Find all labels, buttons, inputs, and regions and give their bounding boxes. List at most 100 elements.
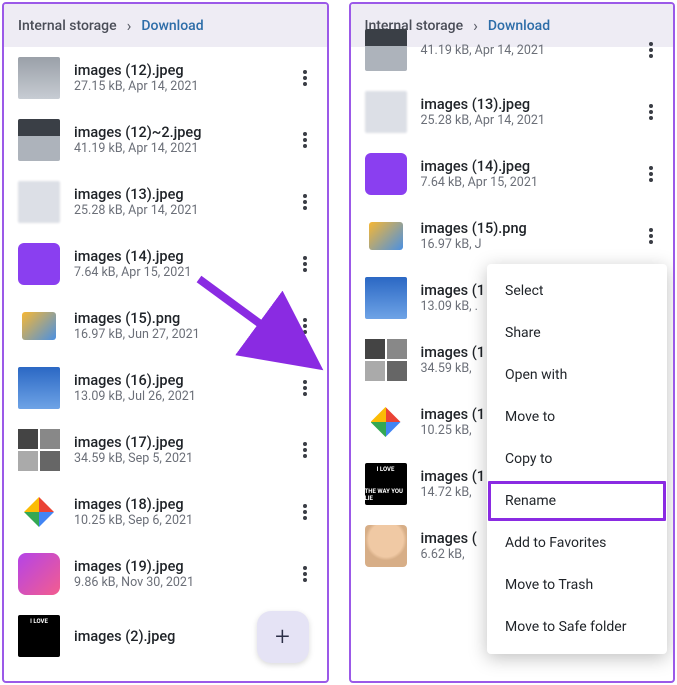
breadcrumb-root[interactable]: Internal storage <box>18 18 117 34</box>
file-row[interactable]: images (18).jpeg10.25 kB, Sep 6, 2021 <box>4 481 327 543</box>
file-meta: 41.19 kB, Apr 14, 2021 <box>421 43 626 58</box>
file-info: images (14).jpeg7.64 kB, Apr 15, 2021 <box>74 248 279 280</box>
file-thumbnail <box>365 215 407 257</box>
menu-item-move-to[interactable]: Move to <box>487 396 667 438</box>
more-options-icon[interactable] <box>293 249 317 279</box>
file-row[interactable]: images (12).jpeg27.15 kB, Apr 14, 2021 <box>4 47 327 109</box>
file-thumbnail <box>18 429 60 471</box>
file-name: images (15).png <box>421 220 626 237</box>
file-thumbnail <box>18 181 60 223</box>
menu-item-add-to-favorites[interactable]: Add to Favorites <box>487 522 667 564</box>
file-thumbnail <box>365 339 407 381</box>
file-row[interactable]: images (13).jpeg25.28 kB, Apr 14, 2021 <box>4 171 327 233</box>
file-thumbnail: I LOVETHE WAY YOU LIE <box>365 463 407 505</box>
file-name: images (16).jpeg <box>74 372 279 389</box>
file-name: images (17).jpeg <box>74 434 279 451</box>
file-meta: 16.97 kB, Jun 27, 2021 <box>74 327 279 342</box>
menu-item-select[interactable]: Select <box>487 270 667 312</box>
file-name: images (13).jpeg <box>74 186 279 203</box>
right-screen: Internal storage › Download 41.19 kB, Ap… <box>349 2 676 683</box>
file-info: images (15).png16.97 kB, J <box>421 220 626 252</box>
menu-item-move-to-trash[interactable]: Move to Trash <box>487 564 667 606</box>
file-info: images (14).jpeg7.64 kB, Apr 15, 2021 <box>421 158 626 190</box>
file-thumbnail: I LOVE <box>18 615 60 657</box>
more-options-icon[interactable] <box>293 435 317 465</box>
file-meta: 10.25 kB, Sep 6, 2021 <box>74 513 279 528</box>
file-info: images (13).jpeg25.28 kB, Apr 14, 2021 <box>74 186 279 218</box>
file-thumbnail <box>365 153 407 195</box>
file-name: images (15).png <box>74 310 279 327</box>
file-meta: 13.09 kB, Jul 26, 2021 <box>74 389 279 404</box>
file-row[interactable]: images (19).jpeg9.86 kB, Nov 30, 2021 <box>4 543 327 605</box>
file-info: images (19).jpeg9.86 kB, Nov 30, 2021 <box>74 558 279 590</box>
file-row[interactable]: images (12)~2.jpeg41.19 kB, Apr 14, 2021 <box>4 109 327 171</box>
file-info: images (16).jpeg13.09 kB, Jul 26, 2021 <box>74 372 279 404</box>
file-row[interactable]: images (15).png16.97 kB, Jun 27, 2021 <box>4 295 327 357</box>
file-name: images (19).jpeg <box>74 558 279 575</box>
file-meta: 34.59 kB, Sep 5, 2021 <box>74 451 279 466</box>
fab-add-button[interactable]: + <box>257 611 309 663</box>
file-thumbnail <box>18 305 60 347</box>
file-row[interactable]: images (17).jpeg34.59 kB, Sep 5, 2021 <box>4 419 327 481</box>
more-options-icon[interactable] <box>293 311 317 341</box>
file-name: images (14).jpeg <box>74 248 279 265</box>
breadcrumb[interactable]: Internal storage › Download <box>4 4 327 47</box>
file-info: images (17).jpeg34.59 kB, Sep 5, 2021 <box>74 434 279 466</box>
more-options-icon[interactable] <box>293 63 317 93</box>
file-name: images (18).jpeg <box>74 496 279 513</box>
file-thumbnail <box>365 525 407 567</box>
file-row[interactable]: images (14).jpeg7.64 kB, Apr 15, 2021 <box>351 143 674 205</box>
more-options-icon[interactable] <box>293 125 317 155</box>
file-thumbnail <box>18 119 60 161</box>
file-name: images (2).jpeg <box>74 628 279 645</box>
file-row[interactable]: images (13).jpeg25.28 kB, Apr 14, 2021 <box>351 81 674 143</box>
file-info: 41.19 kB, Apr 14, 2021 <box>421 43 626 58</box>
file-info: images (2).jpeg <box>74 628 279 645</box>
file-name: images (13).jpeg <box>421 96 626 113</box>
file-info: images (13).jpeg25.28 kB, Apr 14, 2021 <box>421 96 626 128</box>
menu-item-move-to-safe-folder[interactable]: Move to Safe folder <box>487 606 667 648</box>
file-meta: 27.15 kB, Apr 14, 2021 <box>74 79 279 94</box>
more-options-icon[interactable] <box>293 187 317 217</box>
context-menu: SelectShareOpen withMove toCopy toRename… <box>487 264 667 654</box>
file-name: images (14).jpeg <box>421 158 626 175</box>
menu-item-share[interactable]: Share <box>487 312 667 354</box>
plus-icon: + <box>275 622 290 652</box>
file-info: images (12).jpeg27.15 kB, Apr 14, 2021 <box>74 62 279 94</box>
more-options-icon[interactable] <box>293 559 317 589</box>
file-row[interactable]: images (15).png16.97 kB, J <box>351 205 674 267</box>
file-thumbnail <box>365 401 407 443</box>
file-row[interactable]: 41.19 kB, Apr 14, 2021 <box>351 19 674 81</box>
file-list: images (12).jpeg27.15 kB, Apr 14, 2021im… <box>4 47 327 667</box>
file-meta: 41.19 kB, Apr 14, 2021 <box>74 141 279 156</box>
file-thumbnail <box>18 57 60 99</box>
file-row[interactable]: images (16).jpeg13.09 kB, Jul 26, 2021 <box>4 357 327 419</box>
more-options-icon[interactable] <box>293 373 317 403</box>
file-thumbnail <box>18 367 60 409</box>
file-meta: 7.64 kB, Apr 15, 2021 <box>421 175 626 190</box>
file-thumbnail <box>18 491 60 533</box>
file-info: images (18).jpeg10.25 kB, Sep 6, 2021 <box>74 496 279 528</box>
chevron-right-icon: › <box>127 16 132 35</box>
file-meta: 7.64 kB, Apr 15, 2021 <box>74 265 279 280</box>
more-options-icon[interactable] <box>293 497 317 527</box>
more-options-icon[interactable] <box>639 97 663 127</box>
menu-item-open-with[interactable]: Open with <box>487 354 667 396</box>
file-info: images (15).png16.97 kB, Jun 27, 2021 <box>74 310 279 342</box>
more-options-icon[interactable] <box>639 159 663 189</box>
file-meta: 16.97 kB, J <box>421 237 626 252</box>
file-meta: 9.86 kB, Nov 30, 2021 <box>74 575 279 590</box>
file-thumbnail <box>18 243 60 285</box>
more-options-icon[interactable] <box>639 221 663 251</box>
file-thumbnail <box>18 553 60 595</box>
file-name: images (12)~2.jpeg <box>74 124 279 141</box>
file-info: images (12)~2.jpeg41.19 kB, Apr 14, 2021 <box>74 124 279 156</box>
menu-item-copy-to[interactable]: Copy to <box>487 438 667 480</box>
more-options-icon[interactable] <box>639 35 663 65</box>
file-name: images (12).jpeg <box>74 62 279 79</box>
file-thumbnail <box>365 91 407 133</box>
file-row[interactable]: images (14).jpeg7.64 kB, Apr 15, 2021 <box>4 233 327 295</box>
menu-item-rename[interactable]: Rename <box>487 480 667 522</box>
breadcrumb-current[interactable]: Download <box>141 18 203 34</box>
left-screen: Internal storage › Download images (12).… <box>2 2 329 683</box>
